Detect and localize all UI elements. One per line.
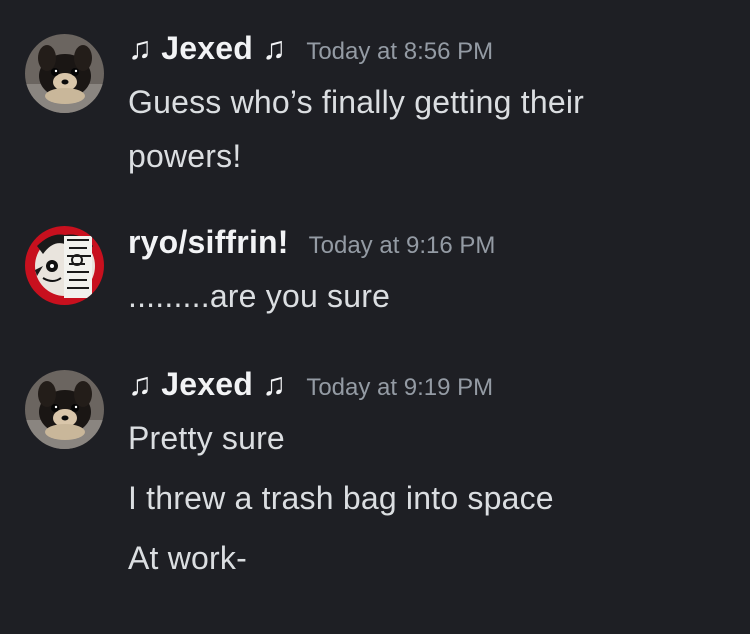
message-text: Pretty sure	[128, 420, 285, 456]
message-header: ♫ Jexed ♫ Today at 9:19 PM	[128, 366, 493, 403]
dog-avatar-icon	[25, 34, 104, 113]
author-name[interactable]: ♫ Jexed ♫	[128, 30, 286, 67]
message-header: ♫ Jexed ♫ Today at 8:56 PM	[128, 30, 493, 67]
message-header: ryo/siffrin! Today at 9:16 PM	[128, 224, 495, 261]
timestamp[interactable]: Today at 9:19 PM	[306, 374, 493, 402]
anime-character-avatar-icon	[25, 226, 104, 305]
timestamp[interactable]: Today at 9:16 PM	[309, 232, 496, 260]
message-text: .........are you sure	[128, 278, 391, 314]
message-text: I threw a trash bag into space	[128, 480, 554, 516]
message-text: At work-	[128, 540, 247, 576]
message-text: powers!	[128, 138, 242, 174]
dog-avatar-icon	[25, 370, 104, 449]
avatar[interactable]	[25, 34, 104, 113]
message-text: Guess who’s finally getting their	[128, 84, 585, 120]
author-name[interactable]: ♫ Jexed ♫	[128, 366, 286, 403]
timestamp[interactable]: Today at 8:56 PM	[306, 38, 493, 66]
avatar[interactable]	[25, 226, 104, 305]
author-name[interactable]: ryo/siffrin!	[128, 224, 289, 261]
avatar[interactable]	[25, 370, 104, 449]
